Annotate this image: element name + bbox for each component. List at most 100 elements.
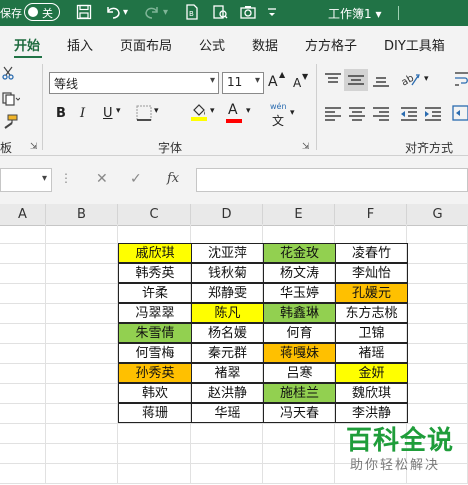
column-header-f[interactable]: F bbox=[335, 204, 407, 226]
table-cell[interactable]: 冯翠翠 bbox=[118, 303, 192, 323]
table-cell[interactable]: 许柔 bbox=[118, 283, 192, 303]
grid-cell[interactable] bbox=[0, 284, 46, 304]
column-header-b[interactable]: B bbox=[46, 204, 118, 226]
bold-button[interactable]: B bbox=[56, 106, 66, 121]
grid-cell[interactable] bbox=[0, 404, 46, 424]
grid-cell[interactable] bbox=[46, 364, 118, 384]
undo-icon[interactable] bbox=[104, 4, 122, 24]
grid-cell[interactable] bbox=[263, 424, 335, 444]
table-cell[interactable]: 施桂兰 bbox=[263, 383, 336, 403]
decrease-indent-icon[interactable] bbox=[400, 106, 418, 126]
phonetic-button[interactable]: 文 bbox=[272, 112, 284, 129]
grid-cell[interactable] bbox=[191, 424, 263, 444]
grid-cell[interactable] bbox=[407, 344, 468, 364]
grid-cell[interactable] bbox=[263, 444, 335, 464]
table-cell[interactable]: 钱秋菊 bbox=[191, 263, 264, 283]
align-center-icon[interactable] bbox=[348, 106, 366, 126]
grid-cell[interactable] bbox=[407, 384, 468, 404]
grid-cell[interactable] bbox=[0, 344, 46, 364]
formula-bar-resize-icon[interactable]: ⋮ bbox=[60, 171, 72, 185]
grid-cell[interactable] bbox=[46, 384, 118, 404]
grid-cell[interactable] bbox=[0, 384, 46, 404]
name-box[interactable]: ▾ bbox=[0, 168, 52, 192]
grid-cell[interactable] bbox=[46, 404, 118, 424]
italic-button[interactable]: I bbox=[80, 106, 85, 121]
table-cell[interactable]: 陈凡 bbox=[191, 303, 264, 323]
format-painter-icon[interactable] bbox=[2, 114, 18, 134]
table-cell[interactable]: 卫锦 bbox=[335, 323, 408, 343]
grid-cell[interactable] bbox=[407, 284, 468, 304]
orientation-icon[interactable]: ab bbox=[400, 70, 422, 92]
fill-color-icon[interactable] bbox=[190, 102, 208, 126]
table-cell[interactable]: 韩秀英 bbox=[118, 263, 192, 283]
grid-cell[interactable] bbox=[191, 444, 263, 464]
grid-cell[interactable] bbox=[46, 264, 118, 284]
increase-indent-icon[interactable] bbox=[424, 106, 442, 126]
font-launcher-icon[interactable]: ⇲ bbox=[302, 142, 310, 152]
customize-toolbar-icon[interactable] bbox=[266, 4, 278, 24]
table-cell[interactable]: 华瑶 bbox=[191, 403, 264, 423]
grid-cell[interactable] bbox=[46, 304, 118, 324]
table-cell[interactable]: 魏欣琪 bbox=[335, 383, 408, 403]
table-cell[interactable]: 韩欢 bbox=[118, 383, 192, 403]
align-left-icon[interactable] bbox=[324, 106, 342, 126]
tab-insert[interactable]: 插入 bbox=[67, 35, 93, 54]
grid-cell[interactable] bbox=[46, 324, 118, 344]
font-color-dropdown-icon[interactable]: ▾ bbox=[246, 106, 251, 116]
confirm-edit-button[interactable]: ✓ bbox=[130, 171, 142, 187]
grid-cell[interactable] bbox=[407, 244, 468, 264]
grid-cell[interactable] bbox=[46, 444, 118, 464]
grid-cell[interactable] bbox=[46, 244, 118, 264]
align-bottom-icon[interactable] bbox=[372, 72, 390, 92]
phonetic-dropdown-icon[interactable]: ▾ bbox=[290, 108, 295, 118]
grid-cell[interactable] bbox=[263, 224, 335, 244]
column-header-c[interactable]: C bbox=[118, 204, 191, 226]
table-cell[interactable]: 沈亚萍 bbox=[191, 243, 264, 263]
column-header-a[interactable]: A bbox=[0, 204, 46, 226]
redo-dropdown-icon[interactable]: ▾ bbox=[163, 4, 168, 22]
grid-cell[interactable] bbox=[407, 264, 468, 284]
table-cell[interactable]: 赵洪静 bbox=[191, 383, 264, 403]
grid-cell[interactable] bbox=[0, 364, 46, 384]
redo-icon[interactable] bbox=[143, 4, 161, 24]
tab-diy-toolbox[interactable]: DIY工具箱 bbox=[384, 35, 445, 54]
grid-cell[interactable] bbox=[0, 224, 46, 244]
grid-cell[interactable] bbox=[0, 304, 46, 324]
table-cell[interactable]: 褚瑶 bbox=[335, 343, 408, 363]
tab-fangfang[interactable]: 方方格子 bbox=[305, 35, 357, 54]
table-cell[interactable]: 秦元群 bbox=[191, 343, 264, 363]
orientation-dropdown-icon[interactable]: ▾ bbox=[424, 74, 429, 84]
grid-cell[interactable] bbox=[191, 464, 263, 484]
tab-data[interactable]: 数据 bbox=[252, 35, 278, 54]
column-header-g[interactable]: G bbox=[407, 204, 468, 226]
grid-cell[interactable] bbox=[118, 464, 191, 484]
borders-icon[interactable] bbox=[136, 105, 152, 125]
font-size-select[interactable]: 11 ▾ bbox=[222, 72, 264, 94]
table-cell[interactable]: 何雪梅 bbox=[118, 343, 192, 363]
underline-dropdown-icon[interactable]: ▾ bbox=[116, 106, 121, 116]
table-cell[interactable]: 戚欣琪 bbox=[118, 243, 192, 263]
grid-cell[interactable] bbox=[0, 324, 46, 344]
table-cell[interactable]: 蒋嘎妹 bbox=[263, 343, 336, 363]
align-right-icon[interactable] bbox=[372, 106, 390, 126]
grid-cell[interactable] bbox=[46, 224, 118, 244]
grid-cell[interactable] bbox=[46, 284, 118, 304]
copy-icon[interactable] bbox=[2, 92, 21, 110]
tab-home[interactable]: 开始 bbox=[14, 35, 40, 54]
clipboard-launcher-icon[interactable]: ⇲ bbox=[30, 142, 38, 152]
save-icon[interactable] bbox=[76, 4, 92, 24]
borders-dropdown-icon[interactable]: ▾ bbox=[154, 106, 159, 116]
cancel-edit-button[interactable]: ✕ bbox=[96, 171, 108, 187]
grid-cell[interactable] bbox=[407, 224, 468, 244]
grid-cell[interactable] bbox=[0, 464, 46, 484]
table-cell[interactable]: 李灿怡 bbox=[335, 263, 408, 283]
table-cell[interactable]: 冯天春 bbox=[263, 403, 336, 423]
underline-button[interactable]: U bbox=[103, 106, 113, 121]
table-cell[interactable]: 花金玫 bbox=[263, 243, 336, 263]
insert-function-button[interactable]: fx bbox=[167, 171, 179, 186]
grid-cell[interactable] bbox=[407, 304, 468, 324]
table-cell[interactable]: 东方志桃 bbox=[335, 303, 408, 323]
grid-cell[interactable] bbox=[263, 464, 335, 484]
grid-cell[interactable] bbox=[0, 424, 46, 444]
formula-input[interactable] bbox=[196, 168, 468, 192]
